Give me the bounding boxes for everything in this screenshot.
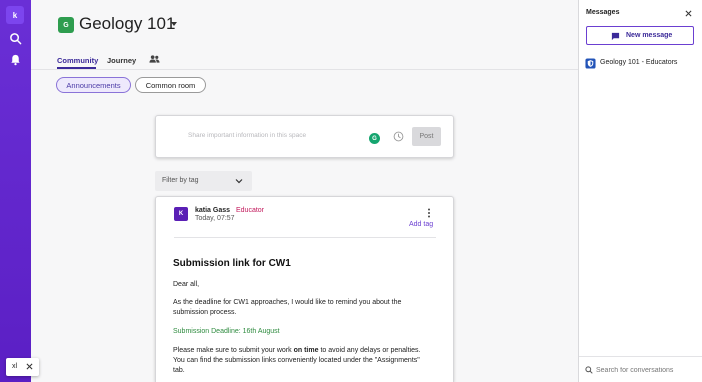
post-paragraph-line: tab. (173, 367, 185, 374)
post-greeting: Dear all, (173, 281, 200, 288)
course-title[interactable]: Geology 101 (79, 14, 175, 34)
post-emphasis: on time (293, 347, 319, 354)
messages-panel: Messages New message Geology 101 - Educa… (578, 0, 702, 382)
app-logo[interactable]: k (6, 6, 24, 24)
post-button[interactable]: Post (412, 127, 441, 146)
filter-label: Filter by tag (162, 177, 199, 184)
post-divider (174, 237, 436, 238)
snackbar-text: xl (12, 363, 18, 370)
conversation-item[interactable]: Geology 101 - Educators (585, 57, 697, 71)
close-icon[interactable] (26, 363, 33, 370)
post-text-segment: Please make sure to submit your work (173, 347, 294, 354)
announcement-card: K katia Gass Educator Today, 07:57 Add t… (155, 196, 454, 382)
conversation-name: Geology 101 - Educators (600, 59, 678, 66)
chip-announcements[interactable]: Announcements (56, 77, 131, 93)
tab-journey[interactable]: Journey (107, 56, 136, 65)
snackbar: xl (6, 358, 39, 376)
conversation-search-input[interactable] (596, 364, 698, 376)
panel-title: Messages (586, 9, 620, 16)
tab-community[interactable]: Community (57, 56, 98, 65)
shield-icon (585, 58, 596, 69)
add-tag-link[interactable]: Add tag (409, 221, 433, 228)
search-icon (585, 366, 593, 374)
chat-bubble-icon (611, 32, 620, 41)
panel-divider (579, 356, 702, 357)
submission-deadline: Submission Deadline: 16th August (173, 328, 280, 335)
post-paragraph-line: submission process. (173, 309, 237, 316)
chip-common-room[interactable]: Common room (135, 77, 206, 93)
post-composer: Share important information in this spac… (155, 115, 454, 158)
nav-rail: k (0, 0, 31, 382)
new-message-button[interactable]: New message (586, 26, 694, 45)
post-author[interactable]: katia Gass (195, 207, 230, 214)
main-content: G Geology 101 Community Journey Announce… (31, 0, 578, 382)
post-timestamp: Today, 07:57 (195, 215, 235, 222)
clock-icon[interactable] (393, 131, 404, 142)
people-icon[interactable] (149, 54, 160, 64)
grammarly-icon[interactable]: G (369, 133, 380, 144)
tabs-divider (31, 69, 578, 70)
composer-input[interactable]: Share important information in this spac… (188, 132, 368, 139)
course-badge: G (58, 17, 74, 33)
post-text-segment: to avoid any delays or penalties. (318, 347, 421, 354)
chevron-down-icon[interactable] (171, 22, 177, 26)
post-paragraph-line: As the deadline for CW1 approaches, I wo… (173, 299, 402, 306)
search-icon[interactable] (9, 32, 22, 45)
post-paragraph-line: You can find the submission links conven… (173, 357, 420, 364)
close-icon[interactable] (685, 10, 692, 17)
avatar[interactable]: K (174, 207, 188, 221)
role-badge: Educator (236, 207, 265, 214)
new-message-label: New message (626, 32, 673, 39)
post-paragraph-line: Please make sure to submit your work on … (173, 346, 420, 356)
chevron-down-icon (235, 179, 243, 184)
bell-icon[interactable] (9, 53, 22, 66)
more-options-icon[interactable] (427, 208, 431, 218)
filter-by-tag-select[interactable]: Filter by tag (155, 171, 252, 191)
post-title: Submission link for CW1 (173, 258, 291, 269)
